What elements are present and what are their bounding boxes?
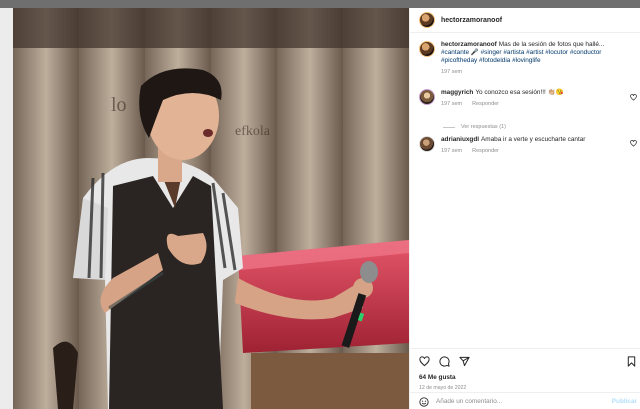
author-avatar[interactable] [419,12,435,28]
reply-button[interactable]: Responder [472,101,499,107]
reply-button[interactable]: Responder [472,148,499,154]
post-side-panel: hectorzamoranoof hectorzamoranoof Mas de … [409,8,640,409]
top-strip [0,0,640,8]
hashtag[interactable]: #picoftheday [441,57,477,64]
caption-text: hectorzamoranoof Mas de la sesión de foto… [441,41,605,64]
hashtag[interactable]: #singer [481,49,502,56]
view-replies[interactable]: Ver respuestas (1) [443,124,506,130]
like-comment-heart-icon[interactable] [630,94,637,101]
comment-icon[interactable] [439,356,450,367]
hashtag[interactable]: #artist [526,49,543,56]
comment-input[interactable]: Añade un comentario... [436,398,596,405]
hashtag[interactable]: #cantante 🎤 [441,49,479,56]
emoji-icon[interactable] [419,396,429,407]
svg-text:lo: lo [111,94,127,116]
comment-time: 197 sem [441,101,463,107]
heart-icon[interactable] [419,356,430,367]
caption-time: 197 sem [441,69,463,75]
commenter-avatar[interactable] [419,136,435,152]
hashtag[interactable]: #lovinglife [512,57,540,64]
view-replies-label[interactable]: Ver respuestas (1) [461,124,506,130]
hashtag[interactable]: #artista [503,49,524,56]
caption-username[interactable]: hectorzamoranoof [441,41,497,48]
comment-item: adrianiuxgdl Amaba ir a verte y escuchart… [419,136,626,154]
caption-avatar[interactable] [419,41,435,57]
comment-time: 197 sem [441,148,463,154]
comments-area: hectorzamoranoof Mas de la sesión de foto… [410,34,640,348]
commenter-avatar[interactable] [419,89,435,105]
publish-button[interactable]: Publicar [612,398,637,405]
comment-text: Yo conozco esa sesión!!! 👏🏼😘 [475,89,564,96]
bookmark-icon[interactable] [626,356,637,367]
comment-text: Amaba ir a verte y escucharte cantar [481,136,586,143]
replies-line [443,126,455,128]
comment-item: maggyrich Yo conozco esa sesión!!! 👏🏼😘 19… [419,89,626,107]
like-comment-heart-icon[interactable] [630,140,637,147]
post-actions: 64 Me gusta 12 de mayo de 2022 Añade un … [410,348,640,409]
hashtag[interactable]: #fotodeldia [479,57,510,64]
post-date: 12 de mayo de 2022 [419,385,467,391]
share-icon[interactable] [459,356,470,367]
hashtag[interactable]: #conductor [570,49,602,56]
likes-count[interactable]: 64 Me gusta [419,374,456,381]
author-username[interactable]: hectorzamoranoof [441,17,502,24]
commenter-username[interactable]: maggyrich [441,89,473,96]
svg-text:efkola: efkola [235,124,271,139]
post-photo[interactable]: lo efkola [13,8,409,409]
post-header: hectorzamoranoof [410,8,640,33]
hashtag[interactable]: #locutor [545,49,568,56]
commenter-username[interactable]: adrianiuxgdl [441,136,479,143]
add-comment-bar: Añade un comentario... Publicar [410,392,640,409]
caption: hectorzamoranoof Mas de la sesión de foto… [419,41,626,75]
